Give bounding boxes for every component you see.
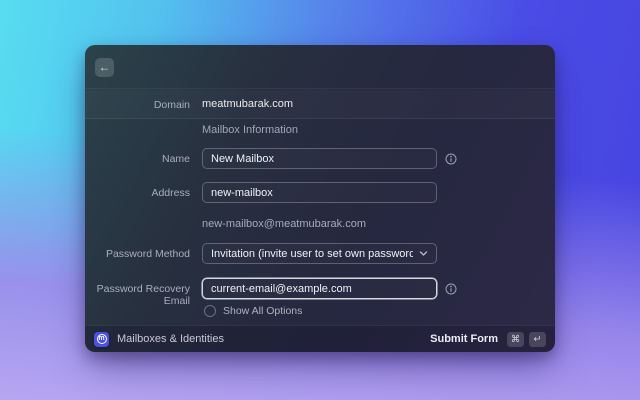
chevron-down-icon	[419, 249, 428, 258]
domain-label: Domain	[153, 99, 190, 111]
password-method-select[interactable]: Invitation (invite user to set own passw…	[202, 243, 437, 264]
section-title: Mailbox Information	[202, 124, 298, 136]
recovery-email-info-icon[interactable]	[445, 283, 457, 295]
footer-bar: m Mailboxes & Identities Submit Form ⌘ ↵	[85, 325, 555, 352]
name-input[interactable]	[202, 148, 437, 169]
show-all-options-checkbox[interactable]	[204, 305, 216, 317]
submit-form-button[interactable]: Submit Form	[430, 333, 498, 345]
password-method-value: Invitation (invite user to set own passw…	[211, 247, 413, 260]
address-input[interactable]	[202, 182, 437, 203]
address-label: Address	[151, 187, 190, 199]
mailbox-form-window: ← Domain meatmubarak.com Mailbox Informa…	[85, 45, 555, 352]
app-logo-icon: m	[94, 331, 109, 347]
recovery-email-label: Password Recovery Email	[96, 283, 190, 307]
logo-m-glyph: m	[96, 334, 107, 344]
domain-value: meatmubarak.com	[202, 98, 294, 110]
command-key-icon: ⌘	[507, 331, 524, 347]
domain-row: Domain meatmubarak.com	[85, 90, 555, 119]
show-all-options-label: Show All Options	[223, 305, 303, 317]
back-button[interactable]: ←	[95, 58, 114, 77]
app-label: Mailboxes & Identities	[117, 333, 224, 345]
back-arrow-icon: ←	[98, 60, 111, 74]
password-method-label: Password Method	[105, 248, 190, 260]
recovery-email-input[interactable]	[202, 278, 437, 299]
window-header: ←	[85, 45, 555, 89]
email-preview: new-mailbox@meatmubarak.com	[202, 218, 367, 230]
name-label: Name	[161, 153, 190, 165]
return-key-icon: ↵	[529, 331, 546, 347]
name-info-icon[interactable]	[445, 153, 457, 165]
